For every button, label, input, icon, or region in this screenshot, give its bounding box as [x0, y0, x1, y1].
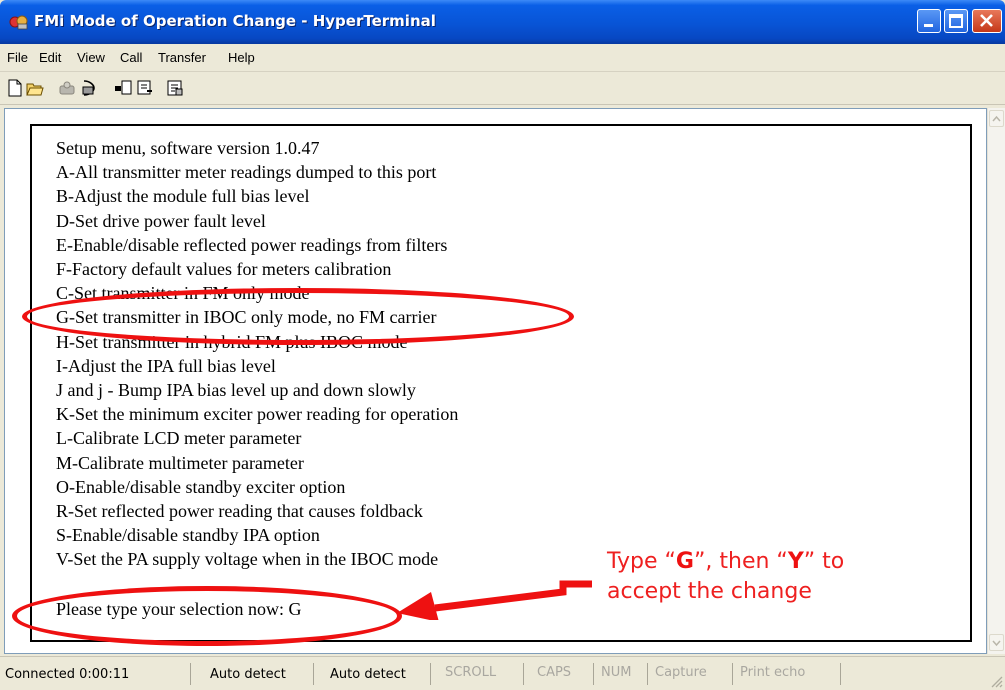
properties-icon[interactable]	[166, 79, 184, 97]
status-divider	[647, 663, 648, 685]
status-detect-1: Auto detect	[210, 667, 286, 682]
terminal-line: J and j - Bump IPA bias level up and dow…	[56, 380, 416, 401]
callout-text: Type “	[607, 549, 676, 574]
status-divider	[593, 663, 594, 685]
terminal-line: I-Adjust the IPA full bias level	[56, 355, 276, 376]
menu-call[interactable]: Call	[120, 50, 142, 65]
close-button[interactable]	[972, 9, 1002, 33]
callout-key-g: G	[675, 549, 694, 574]
window-title: FMi Mode of Operation Change - HyperTerm…	[34, 12, 436, 30]
status-caps: CAPS	[537, 665, 572, 680]
highlight-ellipse-prompt	[12, 586, 402, 646]
instruction-callout: Type “G”, then “Y” to accept the change	[607, 547, 907, 607]
scroll-down-button[interactable]	[989, 634, 1004, 651]
menu-bar: File Edit View Call Transfer Help	[0, 44, 1005, 72]
scroll-up-button[interactable]	[989, 110, 1004, 127]
terminal-line: R-Set reflected power reading that cause…	[56, 501, 423, 522]
new-icon[interactable]	[6, 79, 24, 97]
status-capture: Capture	[655, 665, 707, 680]
menu-file[interactable]: File	[7, 50, 28, 65]
resize-grip-icon[interactable]	[990, 675, 1003, 688]
menu-transfer[interactable]: Transfer	[158, 50, 206, 65]
minimize-button[interactable]	[917, 9, 941, 33]
terminal-line: B-Adjust the module full bias level	[56, 186, 310, 207]
receive-icon[interactable]	[136, 79, 154, 97]
status-divider	[190, 663, 191, 685]
chevron-up-icon	[992, 115, 1001, 122]
callout-key-y: Y	[787, 549, 804, 574]
disconnect-icon[interactable]	[58, 79, 76, 97]
arrow-icon	[397, 580, 592, 620]
terminal-line: A-All transmitter meter readings dumped …	[56, 162, 437, 183]
menu-edit[interactable]: Edit	[39, 50, 61, 65]
open-icon[interactable]	[26, 79, 44, 97]
status-divider	[523, 663, 524, 685]
status-divider	[430, 663, 431, 685]
callout-text: ”, then “	[693, 549, 788, 574]
terminal-line: D-Set drive power fault level	[56, 210, 266, 231]
status-bar: Connected 0:00:11 Auto detect Auto detec…	[0, 656, 1005, 690]
terminal-line: K-Set the minimum exciter power reading …	[56, 404, 459, 425]
dial-icon[interactable]	[80, 79, 98, 97]
status-scroll: SCROLL	[445, 665, 497, 680]
minimize-icon	[924, 24, 933, 27]
status-divider	[313, 663, 314, 685]
send-icon[interactable]	[114, 79, 132, 97]
menu-view[interactable]: View	[77, 50, 105, 65]
terminal-line: V-Set the PA supply voltage when in the …	[56, 549, 439, 570]
status-divider	[840, 663, 841, 685]
close-icon	[980, 14, 993, 27]
terminal-line: S-Enable/disable standby IPA option	[56, 525, 320, 546]
terminal-line: M-Calibrate multimeter parameter	[56, 452, 304, 473]
terminal-line: O-Enable/disable standby exciter option	[56, 476, 346, 497]
terminal-line: Setup menu, software version 1.0.47	[56, 138, 320, 158]
maximize-icon	[949, 14, 963, 28]
terminal-line: L-Calibrate LCD meter parameter	[56, 428, 302, 449]
chevron-down-icon	[992, 640, 1001, 647]
title-bar: FMi Mode of Operation Change - HyperTerm…	[0, 0, 1005, 44]
status-connected: Connected 0:00:11	[5, 667, 130, 682]
terminal-output: Setup menu, software version 1.0.47 A-Al…	[56, 136, 458, 572]
status-num: NUM	[601, 665, 632, 680]
terminal-line: F-Factory default values for meters cali…	[56, 259, 392, 280]
vertical-scrollbar[interactable]	[987, 108, 1005, 654]
menu-help[interactable]: Help	[228, 50, 255, 65]
maximize-button[interactable]	[944, 9, 968, 33]
hyperterminal-icon	[9, 15, 28, 30]
status-detect-2: Auto detect	[330, 667, 406, 682]
toolbar	[0, 72, 1005, 105]
terminal-line: E-Enable/disable reflected power reading…	[56, 234, 448, 255]
status-print-echo: Print echo	[740, 665, 806, 680]
status-divider	[732, 663, 733, 685]
highlight-ellipse-option-g	[22, 288, 574, 345]
